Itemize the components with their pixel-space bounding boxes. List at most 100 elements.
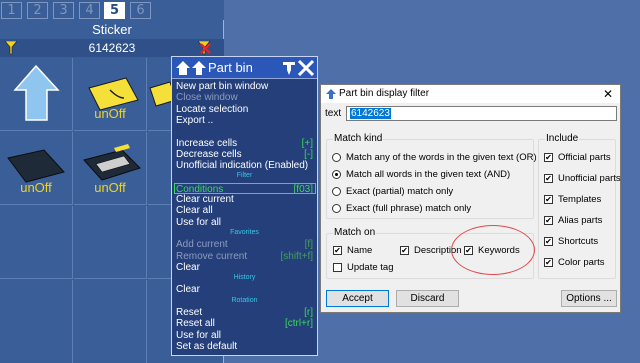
annotation-ellipse	[451, 225, 535, 275]
menu-section-header: Rotation	[231, 296, 258, 304]
menu-item[interactable]: Export ..	[176, 115, 316, 126]
part-caption: unOff	[94, 106, 126, 121]
menu-item-shortcut: [+]	[301, 137, 313, 149]
part-cell[interactable]	[74, 280, 147, 363]
radio-label: Exact (full phrase) match only	[346, 203, 472, 214]
menu-item-label: Decrease cells	[176, 148, 242, 160]
menu-item-label: Add current	[176, 239, 228, 251]
menu-item[interactable]: Clear current	[176, 194, 316, 205]
tab-5[interactable]: 5	[104, 2, 125, 19]
menu-item-label: Remove current	[176, 250, 248, 262]
radio-label: Exact (partial) match only	[346, 186, 454, 197]
checkbox-box	[333, 263, 342, 272]
part-caption: unOff	[94, 180, 126, 195]
checkbox-box: ✔	[544, 216, 553, 225]
checkbox-box: ✔	[544, 237, 553, 246]
menu-section-header: Filter	[236, 172, 253, 180]
checkbox-box: ✔	[333, 246, 342, 255]
part-cell[interactable]	[74, 206, 147, 279]
menu-spacer	[176, 126, 316, 137]
checkbox-box: ✔	[544, 258, 553, 267]
menu-item[interactable]: Use for all	[176, 330, 316, 341]
menu-item[interactable]: Clear all	[176, 205, 316, 216]
menu-section-header: History	[233, 274, 256, 282]
accept-button[interactable]: Accept	[326, 290, 389, 307]
checkbox-label: Name	[347, 245, 373, 256]
part-bin-title: Sticker	[92, 22, 132, 37]
radio-match-all[interactable]: Match all words in the given text (AND)	[332, 169, 522, 181]
menu-item-shortcut: [-]	[304, 148, 313, 160]
menu-item-label: Use for all	[176, 216, 222, 228]
checkbox-label: Unofficial parts	[558, 173, 621, 184]
part-cell[interactable]: unOff	[0, 132, 73, 205]
checkbox-box: ✔	[544, 153, 553, 162]
menu-item[interactable]: New part bin window	[176, 81, 316, 92]
match-on-title: Match on	[333, 227, 377, 238]
clear-filter-icon[interactable]	[198, 41, 212, 55]
pin-close-icon[interactable]	[282, 60, 314, 76]
part-cell[interactable]: unOff	[74, 132, 147, 205]
up-arrow-part-icon	[13, 64, 60, 121]
match-kind-title: Match kind	[333, 133, 384, 144]
menu-item[interactable]: Unofficial indication (Enabled)	[176, 160, 316, 171]
part-cell[interactable]	[0, 206, 73, 279]
close-icon[interactable]: ✕	[600, 86, 616, 102]
filter-text-input[interactable]: 6142623	[346, 106, 617, 121]
radio-exact-partial[interactable]: Exact (partial) match only	[332, 186, 522, 198]
menu-item[interactable]: Reset all [ctrl+r]	[176, 318, 316, 329]
checkbox-label: Alias parts	[558, 215, 603, 226]
home-up-icon[interactable]	[175, 60, 207, 76]
checkbox-box: ✔	[400, 246, 409, 255]
include-group: Include ✔ Official parts ✔ Unofficial pa…	[538, 133, 621, 279]
menu-item[interactable]: Locate selection	[176, 104, 316, 115]
menu-item-shortcut: [shift+f]	[280, 250, 313, 262]
tab-1[interactable]: 1	[1, 2, 22, 19]
part-cell[interactable]	[0, 280, 73, 363]
radio-match-any[interactable]: Match any of the words in the given text…	[332, 152, 537, 164]
menu-item[interactable]: Set as default	[176, 341, 316, 352]
menu-item[interactable]: Clear	[176, 284, 316, 295]
filter-funnel-icon[interactable]	[5, 41, 17, 55]
radio-dot	[332, 187, 341, 196]
checkbox-label: Update tag	[347, 262, 394, 273]
menu-item: Close window	[176, 92, 316, 103]
dialog-titlebar: Part bin display filter ✕	[321, 85, 620, 103]
tab-6[interactable]: 6	[130, 2, 151, 19]
menu-item[interactable]: Use for all	[176, 217, 316, 228]
part-cell[interactable]	[0, 58, 73, 131]
filter-text-value: 6142623	[350, 108, 391, 119]
menu-item[interactable]: Increase cells [+]	[176, 138, 316, 149]
discard-button[interactable]: Discard	[396, 290, 459, 307]
menu-item-label: Increase cells	[176, 137, 238, 149]
menu-item-label: Close window	[176, 92, 238, 104]
menu-item-label: Use for all	[176, 329, 222, 341]
dialog-title: Part bin display filter	[339, 88, 430, 99]
menu-item[interactable]: Decrease cells [-]	[176, 149, 316, 160]
menu-item-label: New part bin window	[176, 81, 269, 92]
menu-item-label: Reset	[176, 307, 203, 318]
filter-text: 6142623	[88, 41, 136, 55]
tab-bar: 1 2 3 4 5 6	[0, 0, 224, 20]
menu-item-shortcut: [ctrl+r]	[284, 318, 313, 330]
radio-dot	[332, 153, 341, 162]
tab-3[interactable]: 3	[53, 2, 74, 19]
radio-exact-full[interactable]: Exact (full phrase) match only	[332, 203, 522, 215]
menu-item[interactable]: Clear	[176, 262, 316, 273]
tab-4[interactable]: 4	[79, 2, 100, 19]
text-label: text	[325, 108, 342, 119]
menu-item[interactable]: Reset [r]	[176, 307, 316, 318]
options-button[interactable]: Options ...	[561, 290, 617, 307]
display-filter-dialog: Part bin display filter ✕ text 6142623 M…	[320, 84, 621, 313]
menu-item[interactable]: Conditions [f03]	[174, 182, 316, 195]
radio-label: Match any of the words in the given text…	[346, 152, 537, 163]
menu-item-label: Clear	[176, 261, 200, 273]
radio-dot	[332, 204, 341, 213]
checkbox-box: ✔	[544, 195, 553, 204]
menu-item-label: Locate selection	[176, 103, 249, 115]
tab-2[interactable]: 2	[27, 2, 48, 19]
radio-dot	[332, 170, 341, 179]
part-caption: unOff	[20, 180, 52, 195]
part-cell[interactable]: unOff	[74, 58, 147, 131]
menu-item-label: Clear	[176, 284, 200, 296]
match-kind-group: Match kind Match any of the words in the…	[326, 133, 537, 219]
